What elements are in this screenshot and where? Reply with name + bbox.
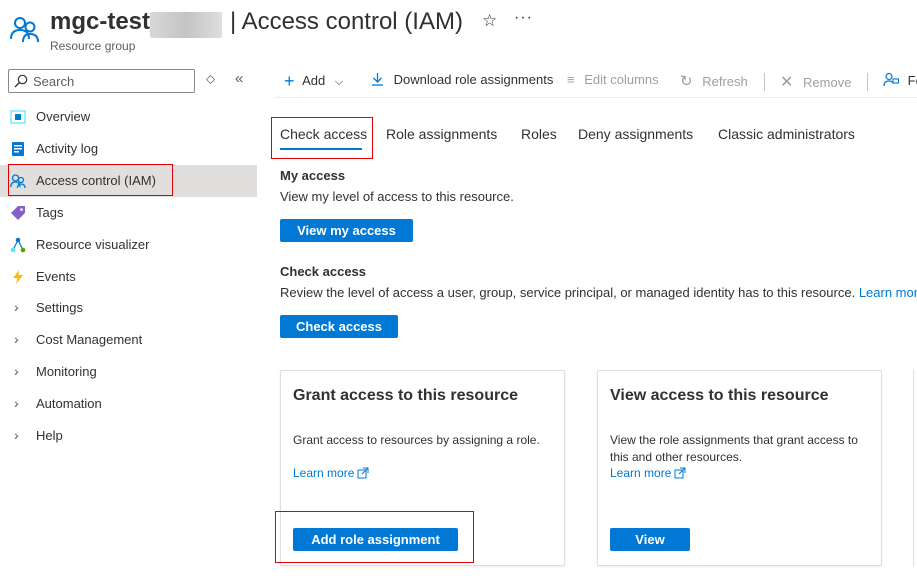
- toolbar-divider: [764, 73, 765, 91]
- chevron-right-icon: ›: [14, 331, 19, 347]
- sidebar-item-automation[interactable]: › Automation: [0, 388, 257, 420]
- sidebar-item-label: Settings: [36, 300, 83, 315]
- sidebar-item-help[interactable]: › Help: [0, 420, 257, 452]
- collapse-sidebar-icon[interactable]: «: [235, 70, 243, 87]
- chevron-right-icon: ›: [14, 427, 19, 443]
- check-access-desc-text: Review the level of access a user, group…: [280, 285, 856, 300]
- close-icon: ✕: [780, 74, 794, 91]
- resource-group-icon: [10, 17, 39, 43]
- remove-button[interactable]: ✕ Remove: [780, 72, 851, 92]
- page-title: | Access control (IAM): [230, 8, 463, 35]
- download-role-assignments-button[interactable]: Download role assignments: [371, 72, 553, 87]
- sidebar-item-label: Resource visualizer: [36, 237, 150, 252]
- search-placeholder: Search: [33, 74, 75, 89]
- refresh-icon: ↻: [680, 73, 693, 90]
- chevron-right-icon: ›: [14, 363, 19, 379]
- more-options-icon[interactable]: ···: [514, 9, 533, 27]
- toolbar-divider: [867, 73, 868, 91]
- chevron-right-icon: ›: [14, 395, 19, 411]
- overview-icon: [10, 110, 26, 124]
- sidebar-item-activity-log[interactable]: Activity log: [0, 133, 257, 165]
- add-button[interactable]: + Add ⌵: [284, 71, 343, 92]
- feedback-icon: [883, 72, 900, 87]
- tab-classic-administrators[interactable]: Classic administrators: [718, 126, 855, 142]
- view-my-access-button[interactable]: View my access: [280, 219, 413, 242]
- sidebar-item-label: Activity log: [36, 141, 99, 156]
- view-button[interactable]: View: [610, 528, 690, 551]
- grant-access-title: Grant access to this resource: [293, 387, 518, 404]
- sidebar-item-cost-management[interactable]: › Cost Management: [0, 324, 257, 356]
- remove-label: Remove: [803, 75, 852, 90]
- visualizer-icon: [10, 237, 26, 253]
- check-access-heading: Check access: [280, 264, 367, 279]
- sidebar-item-overview[interactable]: Overview: [0, 101, 257, 133]
- feedback-label: Fe: [907, 73, 917, 88]
- refresh-button[interactable]: ↻ Refresh: [680, 72, 748, 90]
- edit-columns-button[interactable]: ≡ Edit columns: [567, 72, 659, 87]
- favorite-star-icon[interactable]: ☆: [482, 11, 497, 31]
- sidebar-item-label: Automation: [36, 396, 102, 411]
- learn-more-label: Learn more: [610, 466, 672, 480]
- sidebar-item-label: Events: [36, 269, 76, 284]
- edit-columns-label: Edit columns: [584, 72, 659, 87]
- search-icon: [14, 74, 28, 88]
- download-label: Download role assignments: [393, 72, 554, 87]
- sidebar-item-events[interactable]: Events: [0, 261, 257, 293]
- view-access-description: View the role assignments that grant acc…: [610, 433, 858, 464]
- sidebar-item-label: Overview: [36, 109, 91, 124]
- sidebar-item-monitoring[interactable]: › Monitoring: [0, 356, 257, 388]
- view-access-learn-more-link[interactable]: Learn more: [610, 466, 686, 480]
- sidebar-item-resource-visualizer[interactable]: Resource visualizer: [0, 229, 257, 261]
- sidebar-search-input[interactable]: Search: [8, 69, 195, 93]
- external-link-icon: [357, 467, 369, 479]
- sidebar-item-label: Cost Management: [36, 332, 143, 347]
- chevron-right-icon: ›: [14, 299, 19, 315]
- next-card-edge: [913, 370, 917, 566]
- events-icon: [13, 270, 23, 284]
- download-icon: [372, 73, 383, 86]
- resource-type: Resource group: [50, 39, 136, 53]
- page-header: mgc-test_ | Access control (IAM) Resourc…: [0, 0, 917, 60]
- my-access-heading: My access: [280, 168, 346, 183]
- grant-access-description: Grant access to resources by assigning a…: [293, 433, 540, 447]
- redacted-name: [150, 12, 222, 38]
- sidebar-item-settings[interactable]: › Settings: [0, 292, 257, 324]
- feedback-button[interactable]: Fe: [883, 72, 917, 88]
- tab-role-assignments[interactable]: Role assignments: [386, 126, 497, 142]
- activity-log-icon: [12, 142, 24, 156]
- sidebar-item-label: Tags: [36, 205, 64, 220]
- expand-collapse-icon[interactable]: ⬦: [206, 71, 215, 87]
- highlight-box-add-role: [275, 511, 474, 563]
- sidebar-item-label: Help: [36, 428, 63, 443]
- highlight-box-check-access: [271, 117, 373, 159]
- sidebar-item-label: Monitoring: [36, 364, 97, 379]
- check-access-description: Review the level of access a user, group…: [280, 285, 917, 300]
- grant-access-learn-more-link[interactable]: Learn more: [293, 466, 369, 480]
- check-access-learn-more-link[interactable]: Learn more: [859, 285, 917, 300]
- view-access-title: View access to this resource: [610, 387, 829, 404]
- check-access-button[interactable]: Check access: [280, 315, 398, 338]
- tab-deny-assignments[interactable]: Deny assignments: [578, 126, 693, 142]
- my-access-description: View my level of access to this resource…: [280, 189, 514, 204]
- chevron-down-icon: ⌵: [334, 76, 344, 88]
- tab-roles[interactable]: Roles: [521, 126, 557, 142]
- sidebar-item-tags[interactable]: Tags: [0, 197, 257, 229]
- columns-icon: ≡: [567, 72, 575, 87]
- add-label: Add: [302, 73, 326, 88]
- tag-icon: [11, 206, 25, 220]
- view-access-card: View access to this resource View the ro…: [597, 370, 882, 566]
- highlight-box-iam: [8, 164, 173, 196]
- refresh-label: Refresh: [702, 74, 748, 89]
- plus-icon: +: [284, 71, 295, 91]
- external-link-icon: [674, 467, 686, 479]
- command-bar: + Add ⌵ Download role assignments ≡ Edit…: [275, 66, 917, 98]
- resource-name: mgc-test_: [50, 8, 164, 35]
- learn-more-label: Learn more: [293, 466, 355, 480]
